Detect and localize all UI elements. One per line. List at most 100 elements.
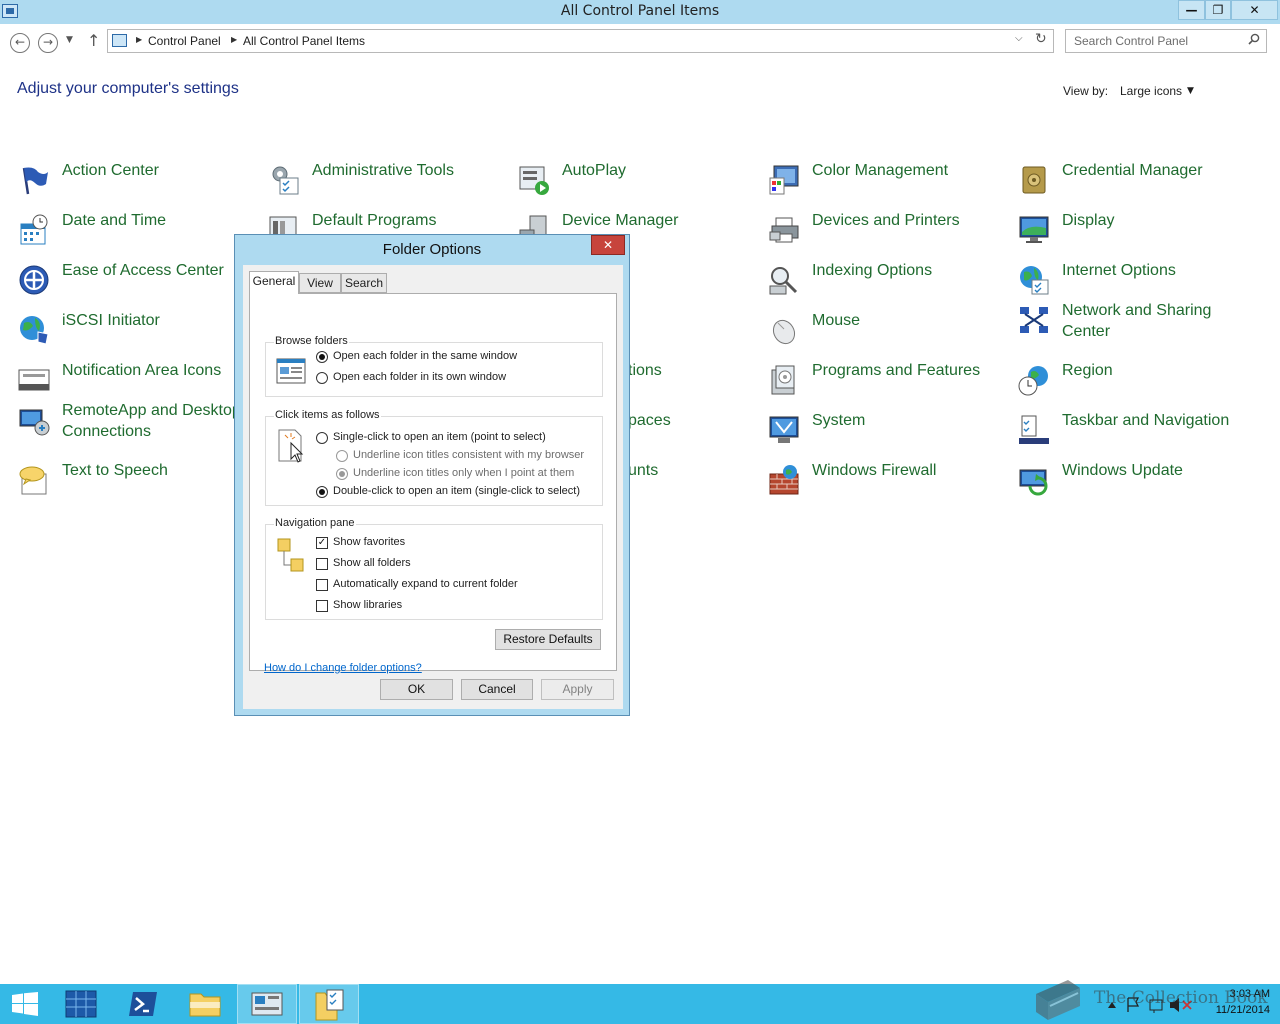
item-label[interactable]: Mouse (812, 310, 860, 331)
item-label[interactable]: Taskbar and Navigation (1062, 410, 1229, 431)
item-label[interactable]: System (812, 410, 865, 431)
item-label[interactable]: Credential Manager (1062, 160, 1203, 181)
option-label[interactable]: Underline icon titles consistent with my… (353, 449, 584, 461)
item-label[interactable]: Ease of Access Center (62, 260, 224, 281)
radio-selected[interactable] (316, 351, 328, 363)
item-label[interactable]: AutoPlay (562, 160, 626, 181)
item-label[interactable]: Date and Time (62, 210, 166, 231)
apply-button[interactable]: Apply (541, 679, 614, 700)
cancel-button[interactable]: Cancel (461, 679, 533, 700)
monitor-icon (1019, 216, 1049, 243)
taskbar-powershell[interactable] (114, 984, 174, 1024)
flag-icon (22, 167, 48, 195)
refresh-icon[interactable]: ↻ (1035, 31, 1047, 47)
view-by-dropdown[interactable]: Large icons (1120, 84, 1182, 98)
option-label[interactable]: Single-click to open an item (point to s… (333, 431, 546, 443)
group-title: Navigation pane (274, 517, 356, 529)
chevron-down-icon[interactable]: ▼ (1187, 86, 1194, 96)
ok-button[interactable]: OK (380, 679, 453, 700)
taskbar-folder-options[interactable] (299, 984, 359, 1024)
item-label[interactable]: tions (628, 360, 662, 381)
item-label[interactable]: Device Manager (562, 210, 679, 231)
item-label[interactable]: Default Programs (312, 210, 437, 231)
autoplay-icon (519, 166, 549, 195)
windows-logo-icon (12, 992, 38, 1016)
notification-area-icon (18, 369, 50, 391)
checkbox-unchecked[interactable] (316, 579, 328, 591)
item-label[interactable]: Devices and Printers (812, 210, 960, 231)
item-label[interactable]: Color Management (812, 160, 948, 181)
item-label[interactable]: Administrative Tools (312, 160, 454, 181)
group-title: Click items as follows (274, 409, 381, 421)
item-label[interactable]: Action Center (62, 160, 159, 181)
item-label[interactable]: Indexing Options (812, 260, 932, 281)
search-box[interactable] (1065, 29, 1267, 53)
item-label[interactable]: Notification Area Icons (62, 360, 221, 381)
tab-search[interactable]: Search (341, 273, 387, 293)
address-bar[interactable]: ▶ Control Panel ▶ All Control Panel Item… (107, 29, 1054, 53)
folder-tree-icon (277, 538, 304, 572)
option-label[interactable]: Automatically expand to current folder (333, 578, 518, 590)
option-label[interactable]: Double-click to open an item (single-cli… (333, 485, 580, 497)
radio-selected[interactable] (336, 468, 348, 480)
taskbar-file-explorer[interactable] (176, 984, 236, 1024)
tab-general[interactable]: General (249, 271, 299, 294)
option-label[interactable]: Open each folder in its own window (333, 371, 506, 383)
breadcrumb-all-items[interactable]: All Control Panel Items (243, 34, 365, 48)
item-label[interactable]: paces (628, 410, 671, 431)
dialog-close-button[interactable]: ✕ (591, 235, 625, 255)
maximize-button[interactable]: ❐ (1205, 0, 1231, 20)
item-label[interactable]: Internet Options (1062, 260, 1176, 281)
item-label[interactable]: iSCSI Initiator (62, 310, 160, 331)
indexing-icon (769, 267, 798, 295)
option-label[interactable]: Open each folder in the same window (333, 350, 517, 362)
chevron-down-icon[interactable]: ⌵ (1015, 33, 1023, 44)
taskbar-icon (1019, 415, 1049, 444)
network-icon (1020, 307, 1048, 333)
back-button[interactable]: ← (10, 33, 30, 53)
watermark-text: The Collection Book (1094, 988, 1268, 1008)
restore-defaults-button[interactable]: Restore Defaults (495, 629, 601, 650)
navigation-pane-group: Navigation pane ✓ Show favorites Show al… (265, 517, 603, 620)
option-label[interactable]: Show favorites (333, 536, 405, 548)
search-input[interactable] (1066, 30, 1244, 52)
item-label[interactable]: RemoteApp and Desktop Connections (62, 400, 242, 442)
radio-selected[interactable] (316, 486, 328, 498)
radio-unselected[interactable] (316, 372, 328, 384)
item-label[interactable]: Region (1062, 360, 1113, 381)
option-label[interactable]: Show libraries (333, 599, 402, 611)
item-label[interactable]: unts (628, 460, 658, 481)
item-label[interactable]: Windows Firewall (812, 460, 936, 481)
close-button[interactable]: ✕ (1231, 0, 1278, 20)
radio-unselected[interactable] (316, 432, 328, 444)
forward-button[interactable]: → (38, 33, 58, 53)
breadcrumb-separator-icon[interactable]: ▶ (231, 35, 237, 44)
item-label[interactable]: Network and Sharing Center (1062, 300, 1242, 342)
breadcrumb-separator-icon[interactable]: ▶ (136, 35, 142, 44)
checkbox-unchecked[interactable] (316, 600, 328, 612)
item-label[interactable]: Text to Speech (62, 460, 168, 481)
taskbar-server-manager[interactable] (52, 984, 112, 1024)
breadcrumb-control-panel[interactable]: Control Panel (148, 34, 221, 48)
minimize-button[interactable]: — (1178, 0, 1205, 20)
watermark: The Collection Book (1030, 976, 1268, 1024)
checkbox-checked[interactable]: ✓ (316, 537, 328, 549)
start-button[interactable] (0, 984, 60, 1024)
recent-locations-icon[interactable]: ▼ (66, 35, 73, 45)
item-label[interactable]: Display (1062, 210, 1114, 231)
option-label[interactable]: Underline icon titles only when I point … (353, 467, 574, 479)
item-label[interactable]: Programs and Features (812, 360, 980, 381)
option-label[interactable]: Show all folders (333, 557, 411, 569)
taskbar-control-panel[interactable] (237, 984, 297, 1024)
tab-view[interactable]: View (299, 273, 341, 293)
book-logo-icon (1036, 980, 1080, 1020)
search-icon[interactable] (1248, 33, 1260, 45)
up-button[interactable]: ↑ (87, 31, 100, 50)
help-link[interactable]: How do I change folder options? (264, 662, 422, 674)
item-label[interactable]: Windows Update (1062, 460, 1183, 481)
general-tab-page: Browse folders Open each folder in the s… (249, 293, 617, 674)
folder-icon (189, 993, 221, 1017)
programs-features-icon (771, 365, 795, 395)
radio-unselected[interactable] (336, 450, 348, 462)
checkbox-unchecked[interactable] (316, 558, 328, 570)
